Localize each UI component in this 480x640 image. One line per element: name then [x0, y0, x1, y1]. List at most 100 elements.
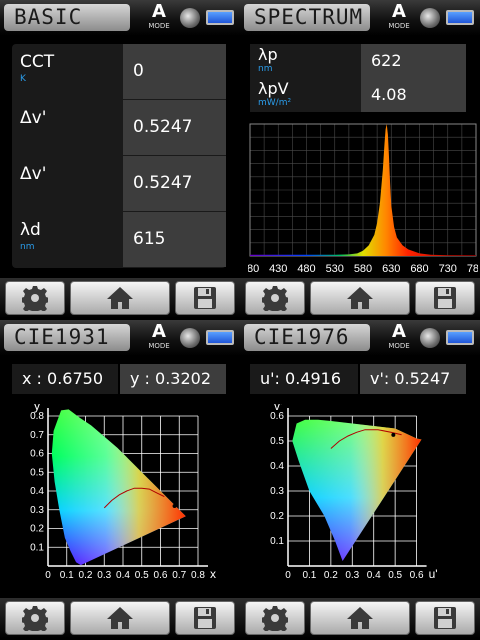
x-tick-label: 0.3: [97, 570, 111, 581]
basic-title-tab[interactable]: BASIC: [4, 4, 130, 31]
battery-icon: [446, 330, 474, 345]
chromaticity-point: [172, 503, 177, 508]
x-tick-label: 630: [382, 263, 400, 275]
knob-icon[interactable]: [180, 8, 200, 28]
x-tick-label: 0.7: [172, 570, 186, 581]
home-button[interactable]: [70, 281, 170, 315]
spectral-locus-overlay: [51, 409, 186, 566]
dv-value: 0.5247: [123, 100, 226, 155]
gear-icon: [262, 606, 288, 631]
battery-icon: [206, 330, 234, 345]
basic-panel: BASIC A MODE CCT K 0 Δv' 0.5247 Δv' 0.52…: [0, 0, 240, 320]
home-icon: [107, 287, 133, 309]
knob-icon[interactable]: [180, 328, 200, 348]
dv-label: Δv': [20, 108, 47, 128]
peak-irradiance-unit: mW/m²: [258, 98, 292, 108]
knob-icon[interactable]: [420, 8, 440, 28]
ld-unit: nm: [20, 242, 35, 252]
x-axis-label: u': [429, 567, 438, 581]
cie1931-titlebar: CIE1931 A MODE: [0, 320, 240, 356]
x-tick-label: 580: [354, 263, 372, 275]
gear-icon: [22, 606, 48, 631]
y-coordinate: y : 0.3202: [120, 364, 226, 394]
save-button[interactable]: [415, 601, 475, 635]
toolbar: [240, 278, 480, 318]
x-tick-label: 530: [326, 263, 344, 275]
home-button[interactable]: [310, 281, 410, 315]
cie1976-chart: 0 0.1 0.2 0.3 0.4 0.5 0.6 0.1 0.2 0.3 0.4 0.5 0.6 u' v…: [248, 399, 480, 594]
home-button[interactable]: [70, 601, 170, 635]
x-tick-label: 0.2: [324, 570, 338, 581]
mode-caption: MODE: [148, 342, 170, 350]
toolbar: [0, 598, 240, 638]
y-axis-label: y: [34, 404, 40, 413]
cie1976-title-tab[interactable]: CIE1976: [244, 324, 370, 351]
spectrum-svg: 380 430 480 530 580 630 680 730 780: [241, 123, 480, 275]
y-tick-label: 0.2: [30, 524, 44, 535]
x-tick-label: 0.1: [302, 570, 316, 581]
x-tick-label: 0.1: [60, 570, 74, 581]
settings-button[interactable]: [5, 281, 65, 315]
settings-button[interactable]: [245, 281, 305, 315]
v-coordinate: v': 0.5247: [360, 364, 466, 394]
toolbar: [0, 278, 240, 318]
cie1976-panel: CIE1976 A MODE u': 0.4916 v': 0.5247 0 0…: [240, 320, 480, 640]
spectrum-titlebar: SPECTRUM A MODE: [240, 0, 480, 36]
x-tick-label: 0: [45, 570, 51, 581]
floppy-icon: [194, 287, 216, 309]
knob-icon[interactable]: [420, 328, 440, 348]
x-tick-label: 730: [439, 263, 457, 275]
mode-button[interactable]: A MODE: [144, 322, 174, 354]
reading-label: CCT K: [12, 44, 122, 100]
x-tick-label: 0.2: [79, 570, 93, 581]
dv-value-2: 0.5247: [123, 156, 226, 211]
cie1976-svg: 0 0.1 0.2 0.3 0.4 0.5 0.60.10.20.30.40.50.6u'v…: [270, 399, 438, 581]
cie1931-title-tab[interactable]: CIE1931: [4, 324, 130, 351]
x-tick-label: 430: [269, 263, 287, 275]
peak-wavelength-unit: nm: [258, 64, 273, 74]
reading-label: Δv': [12, 100, 122, 156]
battery-icon: [446, 10, 474, 25]
home-button[interactable]: [310, 601, 410, 635]
save-button[interactable]: [415, 281, 475, 315]
basic-titlebar: BASIC A MODE: [0, 0, 240, 36]
mode-button[interactable]: A MODE: [144, 2, 174, 34]
save-button[interactable]: [175, 601, 235, 635]
mode-button[interactable]: A MODE: [384, 322, 414, 354]
mode-letter: A: [152, 321, 166, 342]
x-tick-label: 0.6: [154, 570, 168, 581]
reading-row: Δv' 0.5247: [12, 100, 226, 156]
reading-label: λd nm: [12, 212, 122, 268]
peak-wavelength-label: λp: [258, 45, 278, 64]
battery-icon: [206, 10, 234, 25]
spectrum-title-tab[interactable]: SPECTRUM: [244, 4, 370, 31]
cie1931-svg: 0 0.1 0.2 0.3 0.4 0.5 0.6 0.7 0.8 0.1 0.2 0.3 0.4 0.5…: [30, 399, 216, 581]
peak-wavelength-row: λp nm 622: [250, 44, 466, 78]
floppy-icon: [434, 607, 456, 629]
save-button[interactable]: [175, 281, 235, 315]
x-coordinate: x : 0.6750: [12, 364, 118, 394]
peak-irradiance-label: λpV: [258, 79, 289, 98]
reading-row: λd nm 615: [12, 212, 226, 268]
cie1976-titlebar: CIE1976 A MODE: [240, 320, 480, 356]
home-icon: [347, 607, 373, 629]
y-tick-label: 0.1: [30, 542, 44, 553]
mode-caption: MODE: [148, 22, 170, 30]
toolbar: [240, 598, 480, 638]
x-tick-label: 380: [248, 263, 259, 275]
peak-irradiance-row: λpV mW/m² 4.08: [250, 78, 466, 112]
y-tick-label: 0.6: [30, 449, 44, 460]
settings-button[interactable]: [5, 601, 65, 635]
gear-icon: [262, 286, 288, 311]
chromaticity-point: [391, 432, 396, 437]
mode-button[interactable]: A MODE: [384, 2, 414, 34]
spectral-locus-overlay: [292, 419, 422, 561]
y-tick-label: 0.4: [30, 486, 44, 497]
reading-row: Δv' 0.5247: [12, 156, 226, 212]
spectrum-chart: 380 430 480 530 580 630 680 730 780: [241, 118, 480, 283]
ld-value: 615: [123, 212, 226, 267]
cct-label: CCT: [20, 52, 55, 72]
settings-button[interactable]: [245, 601, 305, 635]
cct-unit: K: [20, 74, 26, 84]
mode-letter: A: [392, 321, 406, 342]
